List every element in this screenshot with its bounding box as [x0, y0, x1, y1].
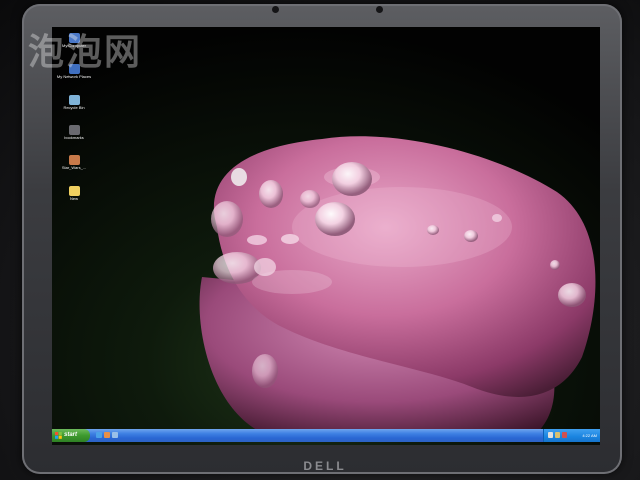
desktop-icon-star-wars[interactable]: Star_Wars_...: [54, 155, 94, 183]
windows-flag-icon: [55, 432, 62, 439]
desktop-screen: My Computer My Network Places Recycle Bi…: [52, 27, 600, 445]
bezel-dot: [272, 6, 279, 13]
start-label: start: [64, 432, 78, 438]
media-player-icon[interactable]: [104, 432, 110, 438]
recycle-bin-icon: [68, 95, 80, 105]
start-button[interactable]: start: [52, 429, 90, 442]
image-file-icon: [68, 155, 80, 165]
desktop-icon-label: New: [69, 196, 78, 201]
security-icon[interactable]: [562, 432, 567, 438]
desktop-icon-new-folder[interactable]: New: [54, 186, 94, 214]
desktop-icon-bookmarks[interactable]: bookmarks: [54, 125, 94, 153]
bookmarks-icon: [68, 125, 80, 135]
desktop-wallpaper: [52, 27, 600, 445]
dell-logo: DELL: [303, 459, 347, 473]
system-tray: 4:22 AM: [543, 429, 600, 442]
desktop-icon-label: Star_Wars_...: [61, 165, 87, 170]
browser-icon[interactable]: [96, 432, 102, 438]
desktop-icon-recycle-bin[interactable]: Recycle Bin: [54, 95, 94, 123]
desktop-icon-label: bookmarks: [64, 135, 84, 140]
watermark: 泡泡网: [28, 32, 143, 73]
volume-icon[interactable]: [555, 432, 560, 438]
bezel-dot: [376, 6, 383, 13]
clock[interactable]: 4:22 AM: [582, 429, 597, 442]
folder-icon: [68, 186, 80, 196]
taskbar: start 4:22 AM: [52, 429, 600, 442]
network-icon[interactable]: [548, 432, 553, 438]
desktop-icon-label: Recycle Bin: [63, 105, 85, 110]
show-desktop-icon[interactable]: [112, 432, 118, 438]
